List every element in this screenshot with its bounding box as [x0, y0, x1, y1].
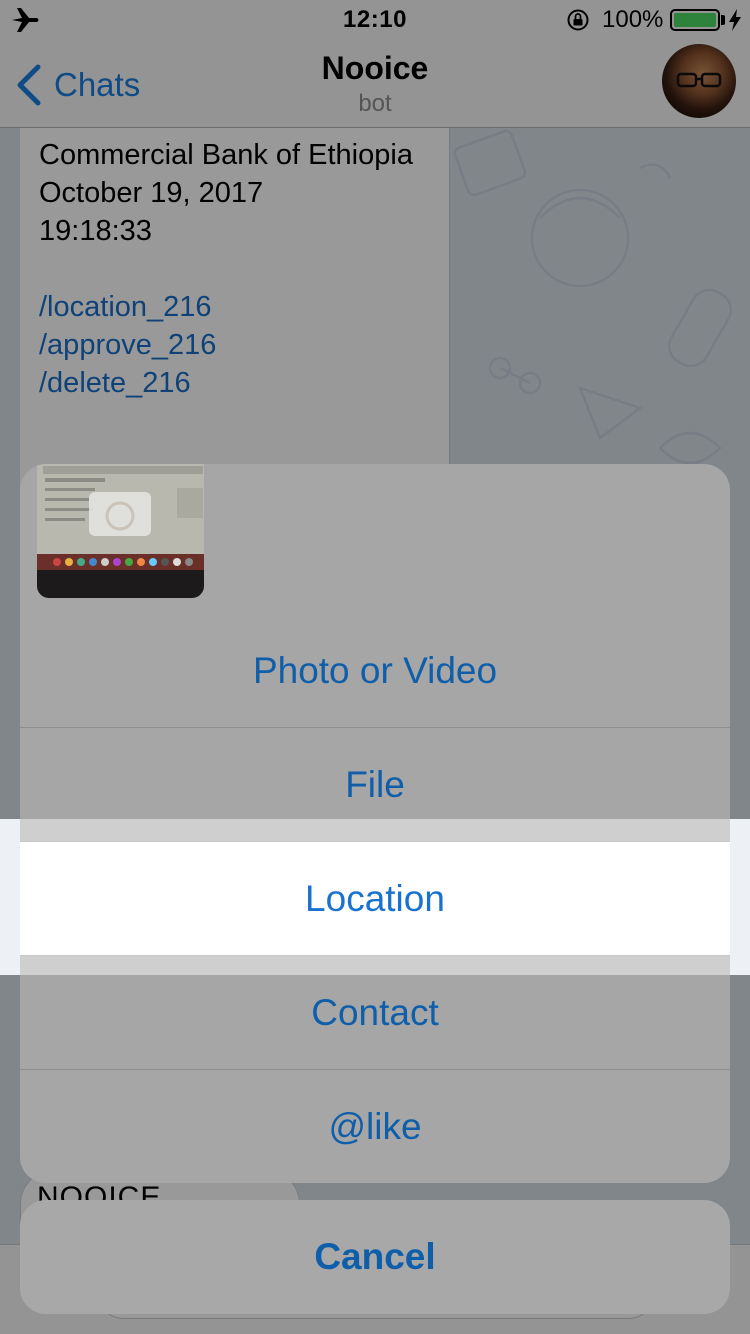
photo-or-video-button[interactable]: Photo or Video [20, 614, 730, 728]
cancel-button[interactable]: Cancel [20, 1200, 730, 1314]
like-button[interactable]: @like [20, 1070, 730, 1183]
recent-photo-thumbnail[interactable] [37, 464, 204, 598]
cancel-sheet: Cancel [20, 1200, 730, 1314]
action-sheet: Photo or Video File Location Contact @li… [20, 464, 730, 1183]
contact-button[interactable]: Contact [20, 956, 730, 1070]
location-button[interactable]: Location [20, 842, 730, 956]
photo-preview [37, 464, 204, 598]
file-button[interactable]: File [20, 728, 730, 842]
